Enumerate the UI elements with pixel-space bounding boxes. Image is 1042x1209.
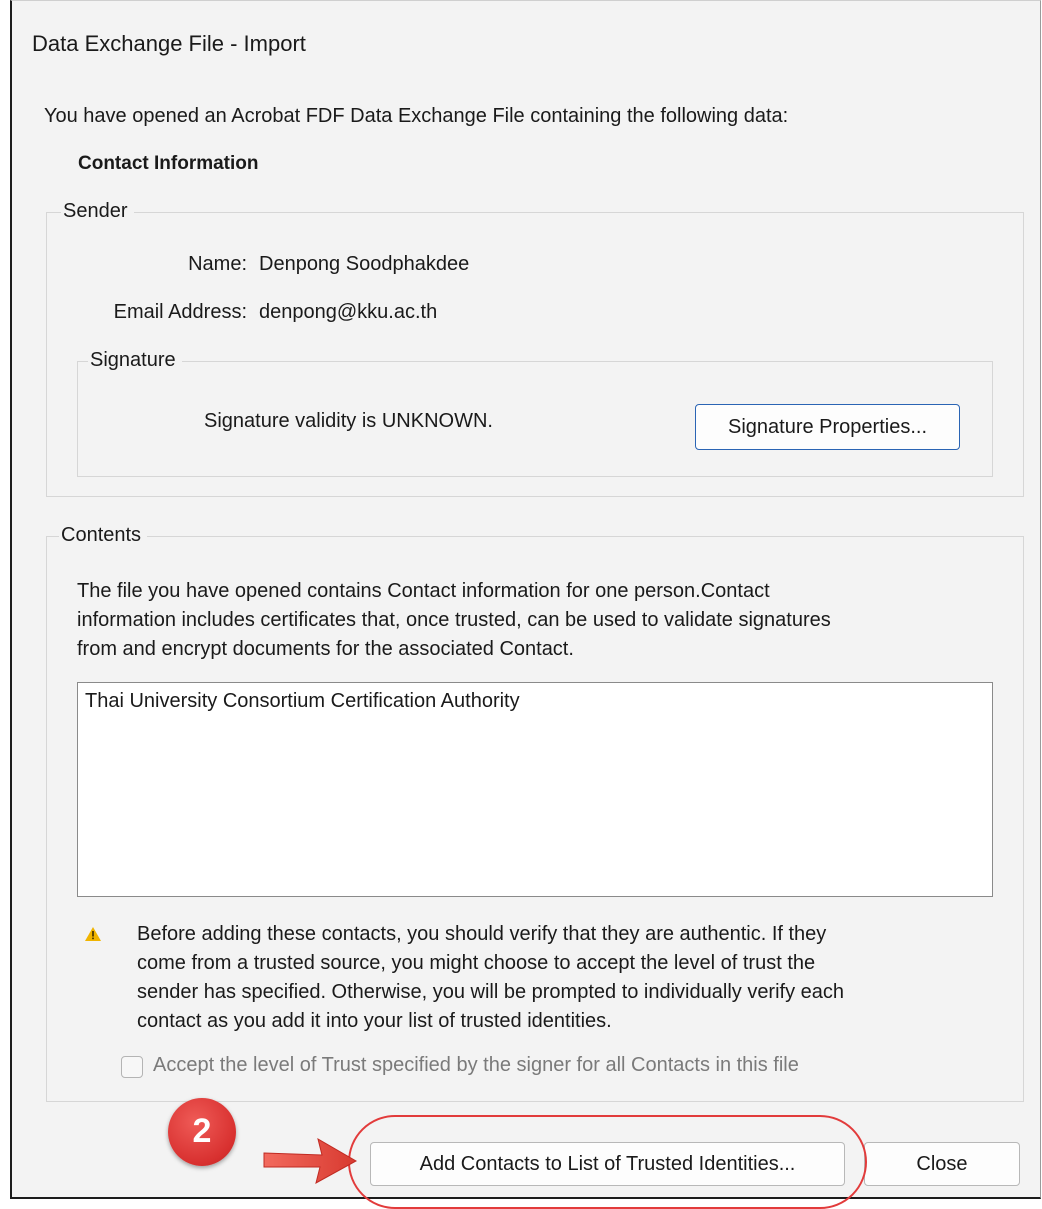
signature-status: Signature validity is UNKNOWN. bbox=[204, 410, 493, 432]
contacts-listbox[interactable]: Thai University Consortium Certification… bbox=[77, 682, 993, 897]
warning-icon bbox=[85, 927, 101, 941]
contents-description-line: The file you have opened contains Contac… bbox=[77, 580, 770, 602]
email-value: denpong@kku.ac.th bbox=[259, 301, 438, 323]
sender-group: Sender Name: Denpong Soodphakdee Email A… bbox=[46, 200, 1024, 497]
warning-line: contact as you add it into your list of … bbox=[137, 1010, 612, 1032]
contents-group: Contents The file you have opened contai… bbox=[46, 524, 1024, 1102]
warning-line: sender has specified. Otherwise, you wil… bbox=[137, 981, 845, 1003]
signature-legend: Signature bbox=[88, 349, 182, 372]
signature-properties-button[interactable]: Signature Properties... bbox=[695, 404, 960, 450]
sender-legend: Sender bbox=[61, 200, 134, 223]
list-item[interactable]: Thai University Consortium Certification… bbox=[85, 690, 520, 713]
signature-group: Signature Signature validity is UNKNOWN.… bbox=[77, 349, 993, 477]
warning-line: come from a trusted source, you might ch… bbox=[137, 952, 816, 974]
section-heading: Contact Information bbox=[78, 153, 259, 174]
email-label: Email Address: bbox=[113, 301, 247, 323]
contents-legend: Contents bbox=[59, 524, 148, 547]
accept-trust-checkbox[interactable] bbox=[121, 1056, 143, 1078]
window-title: Data Exchange File - Import bbox=[32, 31, 306, 56]
contents-description-line: information includes certificates that, … bbox=[77, 609, 831, 631]
close-button[interactable]: Close bbox=[864, 1142, 1020, 1186]
name-value: Denpong Soodphakdee bbox=[259, 253, 470, 275]
warning-text: Before adding these contacts, you should… bbox=[137, 920, 977, 1036]
warning-line: Before adding these contacts, you should… bbox=[137, 923, 827, 945]
accept-trust-label: Accept the level of Trust specified by t… bbox=[153, 1054, 799, 1076]
intro-text: You have opened an Acrobat FDF Data Exch… bbox=[44, 105, 789, 127]
title-bar[interactable]: Data Exchange File - Import bbox=[12, 1, 1040, 81]
contents-description: The file you have opened contains Contac… bbox=[77, 577, 997, 664]
step-badge: 2 bbox=[168, 1098, 236, 1166]
contents-description-line: from and encrypt documents for the assoc… bbox=[77, 638, 574, 660]
name-label: Name: bbox=[188, 253, 247, 275]
add-contacts-button[interactable]: Add Contacts to List of Trusted Identiti… bbox=[370, 1142, 845, 1186]
arrow-right-icon bbox=[263, 1137, 358, 1184]
dialog-window: Data Exchange File - Import You have ope… bbox=[10, 0, 1041, 1209]
